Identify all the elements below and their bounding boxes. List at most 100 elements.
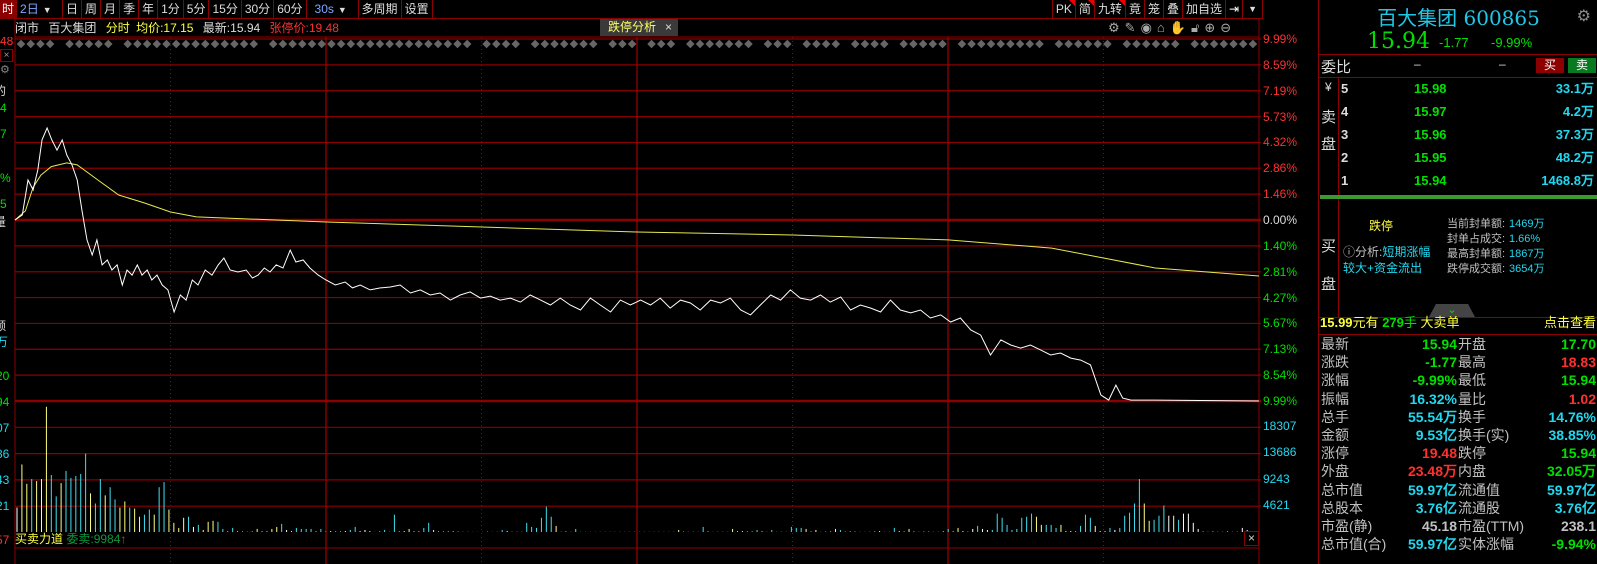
event-marker[interactable] [1229, 39, 1238, 49]
event-marker[interactable] [1035, 39, 1044, 49]
event-marker[interactable] [1190, 39, 1199, 49]
event-marker[interactable] [1083, 39, 1093, 49]
period-season[interactable]: 季 [120, 0, 140, 19]
event-marker[interactable] [1200, 39, 1209, 49]
event-marker[interactable] [550, 39, 559, 49]
brush-icon[interactable]: ✎ [1125, 20, 1136, 36]
event-marker[interactable] [26, 39, 35, 49]
cage-button[interactable]: 笼 [1145, 0, 1164, 19]
event-marker[interactable] [608, 39, 617, 49]
period-30min[interactable]: 30分 [242, 0, 275, 19]
event-marker[interactable] [210, 39, 220, 49]
event-marker[interactable] [870, 39, 879, 49]
event-marker[interactable] [346, 39, 356, 49]
event-marker[interactable] [647, 39, 656, 49]
ask-row[interactable]: 3 15.96 37.3万 [1319, 126, 1597, 144]
nine-turn-button[interactable]: 九转 [1095, 0, 1126, 19]
period-1min[interactable]: 1分 [158, 0, 184, 19]
event-marker[interactable] [744, 39, 753, 49]
event-marker[interactable] [162, 39, 171, 49]
event-marker[interactable] [540, 39, 550, 49]
overlay-button[interactable]: 叠 [1164, 0, 1183, 19]
event-marker[interactable] [317, 39, 326, 49]
ask-row[interactable]: 5 15.98 33.1万 [1319, 80, 1597, 98]
gear-icon[interactable]: ⚙ [1108, 20, 1120, 36]
event-marker[interactable] [133, 39, 142, 49]
event-marker[interactable] [967, 39, 976, 49]
event-marker[interactable] [84, 39, 94, 49]
event-marker[interactable] [996, 39, 1005, 49]
event-marker[interactable] [152, 39, 162, 49]
event-marker[interactable] [802, 39, 811, 49]
event-marker[interactable] [860, 39, 870, 49]
event-marker[interactable] [666, 39, 676, 49]
event-marker[interactable] [1248, 39, 1258, 49]
event-marker[interactable] [589, 39, 598, 49]
event-marker[interactable] [268, 39, 278, 49]
big-order-row[interactable]: 15.99元有 279手 大卖单 点击查看 [1319, 315, 1597, 333]
gear-icon[interactable]: ⚙ [0, 63, 10, 76]
add-watchlist-button[interactable]: 加自选 [1183, 0, 1227, 19]
event-marker[interactable] [618, 39, 627, 49]
ask-row[interactable]: 2 15.95 48.2万 [1319, 149, 1597, 167]
event-marker[interactable] [385, 39, 394, 49]
event-marker[interactable] [1219, 39, 1229, 49]
event-marker[interactable] [977, 39, 986, 49]
event-marker[interactable] [1238, 39, 1248, 49]
exit-icon[interactable]: ⇥ [1226, 0, 1244, 19]
event-marker[interactable] [74, 39, 84, 49]
buy-button[interactable]: 买 [1536, 58, 1564, 73]
auction-button[interactable]: 竟 [1126, 0, 1145, 19]
event-marker[interactable] [482, 39, 491, 49]
event-marker[interactable] [1161, 39, 1170, 49]
event-marker[interactable] [298, 39, 307, 49]
event-marker[interactable] [249, 39, 259, 49]
event-marker[interactable] [1103, 39, 1112, 49]
event-marker[interactable] [579, 39, 588, 49]
period-60min[interactable]: 60分 [274, 0, 307, 19]
event-marker[interactable] [1151, 39, 1161, 49]
event-marker[interactable] [1015, 39, 1025, 49]
event-marker[interactable] [230, 39, 239, 49]
event-marker[interactable] [812, 39, 821, 49]
event-marker[interactable] [1141, 39, 1151, 49]
sub-period-select[interactable]: 30s ▼ [307, 0, 359, 19]
event-marker[interactable] [1171, 39, 1180, 49]
event-marker[interactable] [307, 39, 317, 49]
event-marker[interactable] [899, 39, 908, 49]
event-marker[interactable] [569, 39, 579, 49]
event-marker[interactable] [880, 39, 889, 49]
event-marker[interactable] [705, 39, 714, 49]
basket-icon[interactable]: ⌂ [1157, 20, 1165, 36]
event-marker[interactable] [1093, 39, 1102, 49]
event-marker[interactable] [1064, 39, 1073, 49]
event-marker[interactable] [181, 39, 191, 49]
event-marker[interactable] [365, 39, 375, 49]
zoom-in-icon[interactable]: ⊕ [1204, 20, 1215, 36]
settings-button[interactable]: 设置 [402, 0, 433, 19]
close-icon[interactable]: × [665, 19, 672, 36]
event-marker[interactable] [656, 39, 666, 49]
event-marker[interactable] [201, 39, 210, 49]
period-15min[interactable]: 15分 [209, 0, 242, 19]
event-marker[interactable] [1122, 39, 1132, 49]
event-marker[interactable] [724, 39, 734, 49]
ask-row[interactable]: 1 15.94 1468.8万 [1319, 172, 1597, 190]
intraday-chart[interactable] [0, 0, 1263, 564]
event-marker[interactable] [1132, 39, 1141, 49]
event-marker[interactable] [530, 39, 540, 49]
event-marker[interactable] [94, 39, 103, 49]
limit-down-analysis-tab[interactable]: 跌停分析 × [600, 19, 678, 36]
event-marker[interactable] [1209, 39, 1219, 49]
period-week[interactable]: 周 [82, 0, 102, 19]
ask-row[interactable]: 4 15.97 4.2万 [1319, 103, 1597, 121]
event-marker[interactable] [986, 39, 996, 49]
event-marker[interactable] [462, 39, 472, 49]
event-marker[interactable] [928, 39, 938, 49]
gear-icon[interactable]: ⚙ [1577, 6, 1591, 26]
event-marker[interactable] [336, 39, 346, 49]
left-stub[interactable]: 时 [0, 0, 18, 19]
event-marker[interactable] [327, 39, 336, 49]
event-marker[interactable] [1006, 39, 1015, 49]
event-marker[interactable] [773, 39, 782, 49]
